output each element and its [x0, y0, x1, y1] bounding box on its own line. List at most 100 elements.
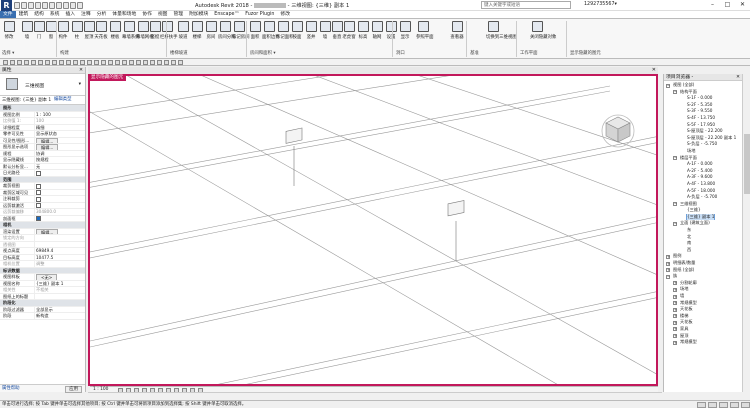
property-value[interactable]: 调整 — [34, 261, 85, 267]
option-tool-icon[interactable] — [150, 60, 155, 65]
browser-tree-item[interactable]: 场地 — [664, 148, 743, 155]
revit-logo[interactable]: R — [1, 0, 12, 11]
expand-icon[interactable]: + — [673, 327, 677, 332]
checkbox[interactable] — [36, 190, 41, 195]
redo-icon[interactable] — [35, 2, 41, 9]
browser-tree-item[interactable]: − 立面 (建筑立面) — [664, 220, 743, 227]
ribbon-button[interactable]: 房间 — [204, 21, 218, 49]
option-tool-icon[interactable] — [136, 60, 141, 65]
browser-tree-item[interactable]: 南 — [664, 240, 743, 247]
expand-icon[interactable]: + — [666, 261, 670, 266]
browser-tree-item[interactable]: A-5F - 18.000 — [664, 188, 743, 195]
property-value[interactable] — [34, 196, 85, 202]
close-view-icon[interactable]: ✕ — [652, 67, 656, 74]
option-tool-icon[interactable] — [31, 60, 36, 65]
edit-type-button[interactable]: 编辑类型 — [54, 97, 72, 103]
expand-icon[interactable]: + — [673, 340, 677, 345]
browser-tree-item[interactable]: + 分割轮廓 — [664, 280, 743, 287]
expand-icon[interactable]: + — [673, 287, 677, 292]
browser-tree-item[interactable]: + 天花板 — [664, 306, 743, 313]
ribbon-group-label[interactable]: 显示隐藏的图元 — [570, 50, 601, 56]
option-tool-icon[interactable] — [59, 60, 64, 65]
ribbon-button[interactable]: 标高 — [356, 21, 370, 49]
browser-tree-item[interactable]: + 家具 — [664, 326, 743, 333]
browser-tree-item[interactable]: + 楼梯 — [664, 313, 743, 320]
ribbon-group-label[interactable]: 房间和面积 ▾ — [250, 50, 276, 56]
edit-button[interactable]: 编辑... — [36, 228, 59, 234]
scrollbar-thumb[interactable] — [744, 134, 750, 194]
property-value[interactable]: 全部显示 — [34, 306, 85, 312]
option-tool-icon[interactable] — [66, 60, 71, 65]
maximize-icon[interactable]: □ — [720, 0, 735, 11]
browser-tree-item[interactable]: S-5F - 17.950 — [664, 122, 743, 129]
ribbon-button[interactable]: 关闭隐藏对象 — [530, 21, 556, 49]
option-tool-icon[interactable] — [108, 60, 113, 65]
browser-tree-item[interactable]: S-2F - 5.350 — [664, 102, 743, 109]
browser-tree-item[interactable]: + 常规模型 — [664, 339, 743, 346]
ribbon-button[interactable]: 面积 — [248, 21, 262, 49]
ribbon-button[interactable]: 楼板 — [108, 21, 122, 49]
ribbon-tab[interactable]: 注释 — [78, 11, 94, 18]
option-tool-icon[interactable] — [80, 60, 85, 65]
ribbon-button[interactable]: 面积边界 — [262, 21, 280, 49]
expand-icon[interactable]: + — [673, 314, 677, 319]
browser-tree-item[interactable]: A-2F - 5.400 — [664, 168, 743, 175]
close-icon[interactable]: ✕ — [735, 0, 750, 11]
measure-icon[interactable] — [49, 2, 55, 9]
property-row[interactable]: 阶段 新构造 — [0, 313, 85, 320]
browser-tree-item[interactable]: A-1F - 0.000 — [664, 161, 743, 168]
browser-tree-item[interactable]: 东 — [664, 227, 743, 234]
property-value[interactable]: 新构造 — [34, 313, 85, 319]
option-tool-icon[interactable] — [178, 60, 183, 65]
option-tool-icon[interactable] — [164, 60, 169, 65]
browser-tree-item[interactable]: + 天花板 — [664, 319, 743, 326]
expand-icon[interactable]: + — [673, 334, 677, 339]
ribbon-button[interactable]: 构件 — [56, 21, 70, 49]
collapse-icon[interactable]: − — [666, 274, 670, 279]
browser-tree-item[interactable]: S-屋顶层 - 22.200 — [664, 128, 743, 135]
browser-tree-item[interactable]: + 场地 — [664, 286, 743, 293]
option-tool-icon[interactable] — [129, 60, 134, 65]
property-value[interactable]: 10477.5 — [34, 254, 85, 260]
checkbox[interactable] — [36, 170, 41, 176]
property-value[interactable]: 100 — [34, 118, 85, 124]
property-value[interactable]: 无 — [34, 163, 85, 169]
ribbon-button[interactable]: 竖井 — [304, 21, 318, 49]
checkbox[interactable] — [36, 216, 41, 221]
close-icon[interactable]: ✕ — [736, 74, 740, 81]
search-input[interactable]: 键入关键字或短语 — [481, 1, 571, 9]
property-value[interactable]: 304800.0 — [34, 209, 85, 215]
option-tool-icon[interactable] — [38, 60, 43, 65]
ribbon-button[interactable]: 按面 — [290, 21, 304, 49]
browser-tree-item[interactable]: A-3F - 9.600 — [664, 174, 743, 181]
print-icon[interactable] — [42, 2, 48, 9]
save-icon[interactable] — [21, 2, 27, 9]
property-value[interactable] — [34, 215, 85, 221]
property-value[interactable]: 不相关 — [34, 287, 85, 293]
property-value[interactable]: 按规程 — [34, 157, 85, 163]
expand-icon[interactable]: + — [673, 320, 677, 325]
ribbon-button[interactable]: 轴网 — [370, 21, 384, 49]
ribbon-button[interactable]: 栏杆扶手 — [160, 21, 178, 49]
edit-button[interactable]: <无> — [36, 274, 58, 280]
browser-tree-item[interactable]: S-1F - 0.000 — [664, 95, 743, 102]
browser-tree-item[interactable]: + 明细表/数量 — [664, 260, 743, 267]
option-tool-icon[interactable] — [87, 60, 92, 65]
option-tool-icon[interactable] — [3, 60, 8, 65]
ribbon-group-label[interactable]: 构建 — [60, 50, 69, 56]
browser-tree-item[interactable]: A-4F - 13.800 — [664, 181, 743, 188]
ribbon-tab[interactable]: 管理 — [170, 11, 186, 18]
browser-tree-item[interactable]: S-负层 - -5.750 — [664, 141, 743, 148]
select-links-icon[interactable] — [719, 402, 728, 408]
option-tool-icon[interactable] — [10, 60, 15, 65]
option-tool-icon[interactable] — [52, 60, 57, 65]
user-account[interactable]: 1292735567▾ — [584, 2, 617, 7]
option-tool-icon[interactable] — [17, 60, 22, 65]
edit-button[interactable]: 编辑... — [36, 137, 59, 143]
browser-tree-item[interactable]: {三维} 副本 1 — [664, 213, 743, 221]
ribbon-tab[interactable]: Enscape™ — [211, 11, 242, 18]
browser-tree-item[interactable]: + 屋顶 — [664, 333, 743, 340]
type-selector[interactable]: 三维视图 ▾ — [0, 74, 85, 96]
property-value[interactable] — [34, 202, 85, 208]
view-instance-selector[interactable]: 三维视图: {三维} 副本 1 编辑类型 — [0, 96, 85, 105]
